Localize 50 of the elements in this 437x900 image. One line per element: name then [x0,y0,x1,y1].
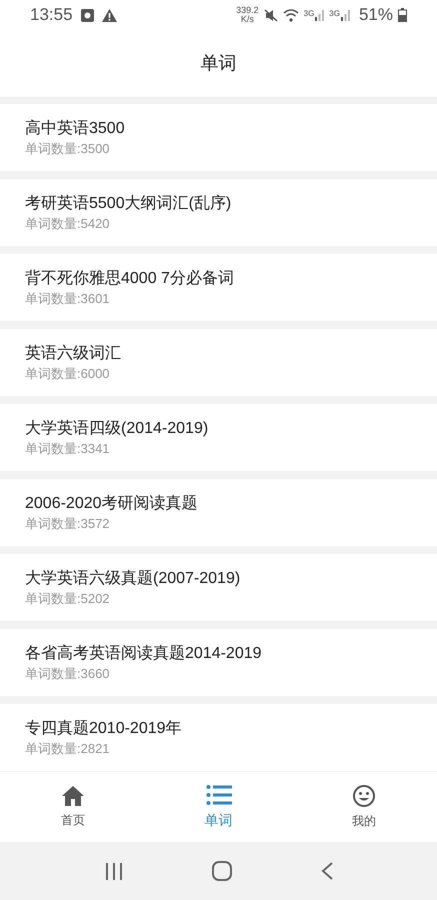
network-type-label: 3G [329,10,340,18]
battery-percent: 51% [358,4,393,26]
word-list-card[interactable]: 2006-2020考研阅读真题 单词数量:3572 [0,479,437,546]
network-speed-value: 339.2 [236,6,259,15]
wifi-icon [282,8,299,22]
battery-icon [398,8,407,22]
list-icon [206,784,232,806]
signal-icon [340,10,350,20]
page-title: 单词 [200,52,236,75]
mute-icon [264,8,278,22]
word-count: 单词数量:3500 [25,140,111,158]
word-count: 单词数量:6000 [25,364,111,382]
word-list-card[interactable]: 背不死你雅思4000 7分必备词 单词数量:3601 [0,254,437,321]
word-list-name: 各省高考英语阅读真题2014-2019 [25,644,263,664]
word-list-card[interactable]: 专四真题2010-2019年 单词数量:2821 [0,704,437,771]
home-button-icon[interactable] [212,861,232,881]
word-count: 单词数量:2821 [25,740,111,758]
word-list-name: 考研英语5500大纲词汇(乱序) [25,194,232,214]
warning-icon [102,8,117,22]
word-list-name: 大学英语四级(2014-2019) [25,418,210,438]
word-count: 单词数量:3601 [25,290,111,308]
word-count: 单词数量:5420 [25,214,111,232]
network-type-label: 3G [304,10,314,18]
word-list-card[interactable]: 大学英语四级(2014-2019) 单词数量:3341 [0,404,437,471]
time: 13:55 [30,4,73,26]
smiley-icon [352,784,376,808]
word-count: 单词数量:3341 [25,440,111,458]
network-speed-unit: K/s [240,15,254,24]
back-icon[interactable] [320,862,332,880]
nav-tab[interactable]: 单词 [146,784,292,830]
recent-apps-icon[interactable] [104,862,122,880]
notification-icon [80,8,94,22]
word-list-card[interactable]: 英语六级词汇 单词数量:6000 [0,329,437,396]
word-list-card[interactable]: 大学英语六级真题(2007-2019) 单词数量:5202 [0,554,437,621]
nav-tab[interactable]: 我的 [291,784,437,830]
word-list-card[interactable]: 高中英语3500 单词数量:3500 [0,104,437,171]
word-list-name: 英语六级词汇 [25,344,122,364]
word-count: 单词数量:5202 [25,590,111,608]
word-count: 单词数量:3660 [25,664,111,682]
word-list-name: 专四真题2010-2019年 [25,718,183,738]
signal-icon [315,10,324,20]
nav-tab[interactable]: 首页 [0,785,146,829]
word-list-name: 大学英语六级真题(2007-2019) [25,568,242,588]
word-list-name: 背不死你雅思4000 7分必备词 [25,268,235,288]
word-count: 单词数量:3572 [25,514,111,532]
word-list-card[interactable]: 考研英语5500大纲词汇(乱序) 单词数量:5420 [0,179,437,246]
word-list-name: 2006-2020考研阅读真题 [25,494,199,514]
word-list-card[interactable]: 各省高考英语阅读真题2014-2019 单词数量:3660 [0,629,437,696]
word-list-name: 高中英语3500 [25,118,126,138]
home-icon [60,785,85,807]
